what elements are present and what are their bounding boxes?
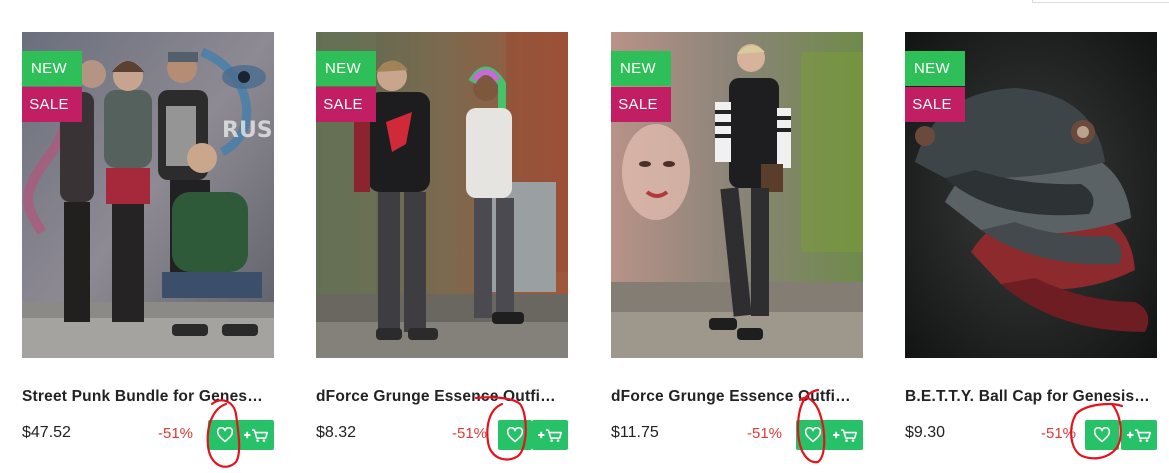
new-badge: NEW [905,51,965,86]
plus-cart-icon [1127,429,1151,442]
add-to-cart-button[interactable] [1121,420,1157,450]
product-card: RUS NEW SALE Street Punk Bundle for Gene… [22,32,274,473]
product-card: RIF NEW SALE B.E.T.T.Y. Ball Cap for Gen… [905,32,1157,473]
product-price: $11.75 [611,424,659,441]
heart-icon [1093,427,1111,443]
wishlist-button[interactable] [498,420,532,450]
wishlist-button[interactable] [796,420,830,450]
plus-cart-icon [538,429,562,442]
new-badge: NEW [22,51,82,86]
product-price: $47.52 [22,424,71,441]
product-image[interactable]: NEW SALE [611,32,863,358]
sale-badge: SALE [611,87,671,122]
product-title[interactable]: dForce Grunge Essence Outfi… [316,388,568,406]
product-price: $8.32 [316,424,357,441]
discount-label: -51% [1041,425,1077,442]
new-badge: NEW [316,51,376,86]
add-to-cart-button[interactable] [827,420,863,450]
add-to-cart-button[interactable] [238,420,274,450]
add-to-cart-button[interactable] [532,420,568,450]
svg-text:RUS: RUS [222,118,273,143]
product-card: NEW SALE dForce Grunge Essence Outfi… $8… [316,32,568,473]
product-price: $9.30 [905,424,946,441]
heart-icon [804,427,822,443]
sale-badge: SALE [905,87,965,122]
sale-badge: SALE [316,87,376,122]
plus-cart-icon [833,429,857,442]
header-edge [1032,0,1169,3]
product-title[interactable]: B.E.T.T.Y. Ball Cap for Genesis… [905,388,1157,406]
wishlist-button[interactable] [208,420,242,450]
product-card: NEW SALE dForce Grunge Essence Outfi… $1… [611,32,863,473]
product-image[interactable]: NEW SALE [316,32,568,358]
heart-icon [506,427,524,443]
wishlist-button[interactable] [1085,420,1119,450]
product-title[interactable]: Street Punk Bundle for Genes… [22,388,274,406]
product-title[interactable]: dForce Grunge Essence Outfi… [611,388,863,406]
plus-cart-icon [244,429,268,442]
heart-icon [216,427,234,443]
product-image[interactable]: RIF NEW SALE [905,32,1157,358]
discount-label: -51% [158,425,194,442]
discount-label: -51% [747,425,783,442]
sale-badge: SALE [22,87,82,122]
discount-label: -51% [452,425,488,442]
product-image[interactable]: RUS NEW SALE [22,32,274,358]
new-badge: NEW [611,51,671,86]
